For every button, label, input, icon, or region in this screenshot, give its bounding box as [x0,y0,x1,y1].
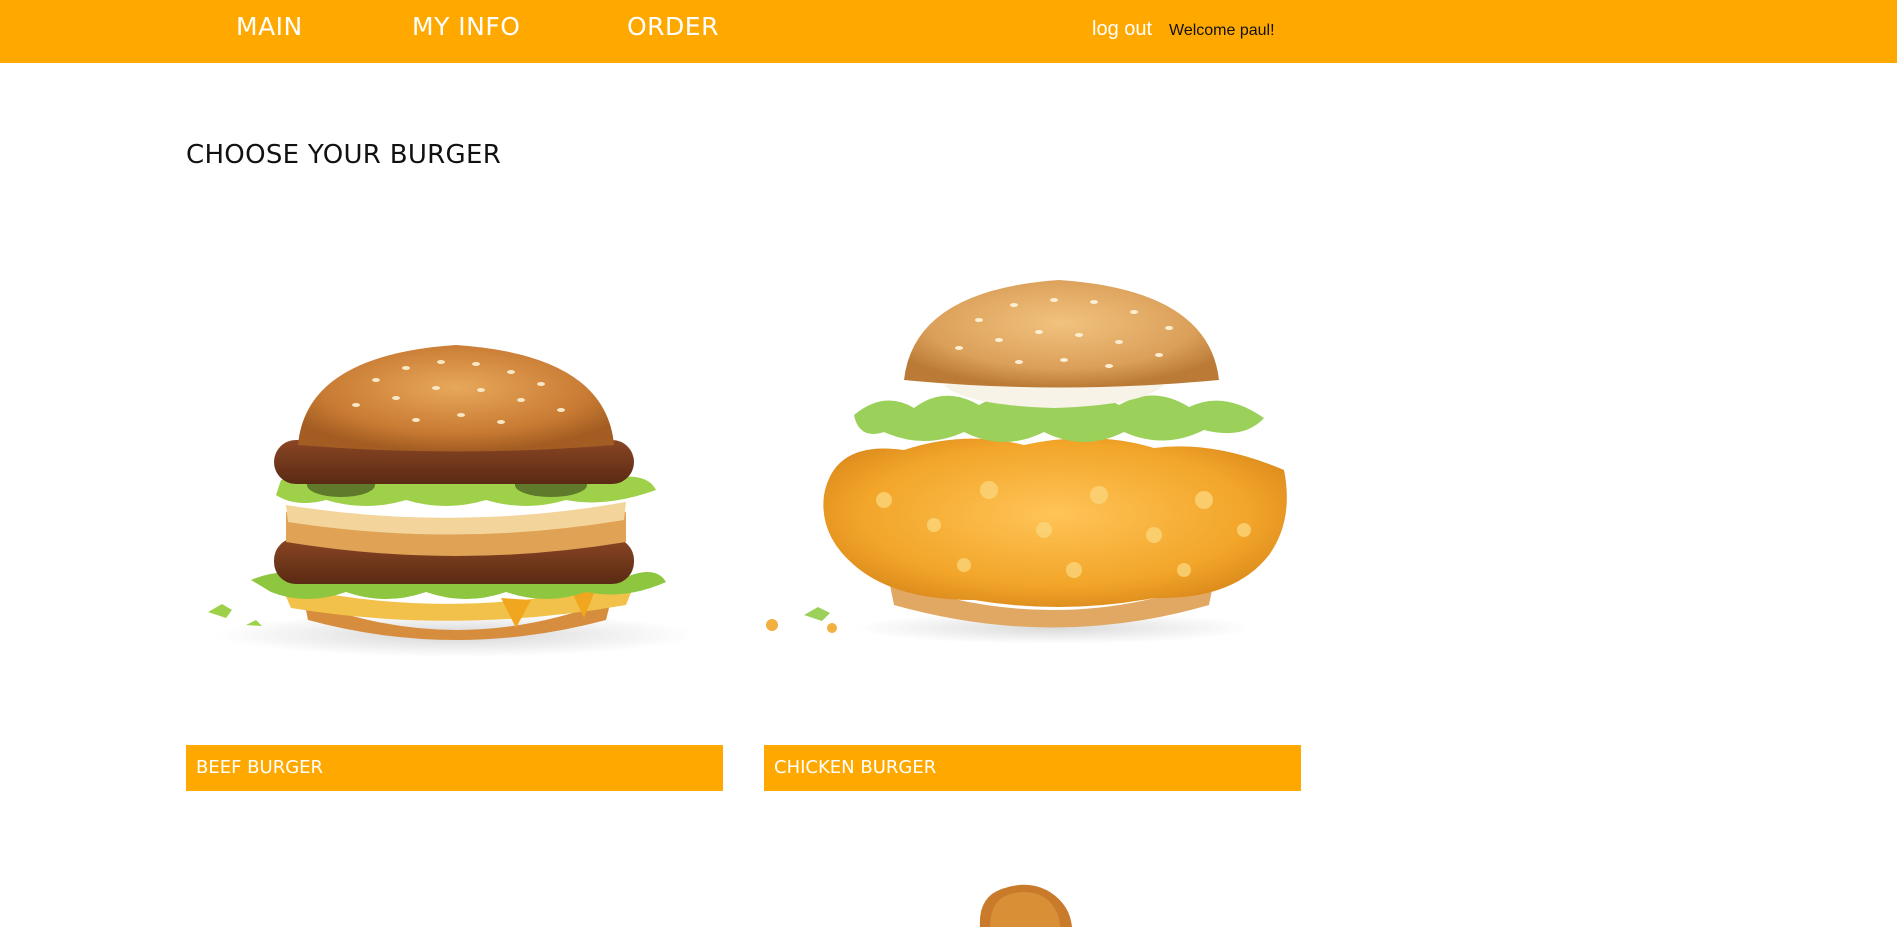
product-card-beef-burger[interactable]: BEEF BURGER [186,280,723,791]
product-card-chicken-burger[interactable]: CHICKEN BURGER [764,280,1301,791]
nav-my-info-link[interactable]: MY INFO [412,12,520,41]
product-label-beef-burger[interactable]: BEEF BURGER [186,745,723,791]
nav-order-link[interactable]: ORDER [627,12,719,41]
next-product-image[interactable] [960,880,1080,927]
product-label-chicken-burger[interactable]: CHICKEN BURGER [764,745,1301,791]
beef-burger-image[interactable] [186,280,723,680]
nugget-image [979,884,1072,927]
page-title: CHOOSE YOUR BURGER [186,140,502,170]
logout-link[interactable]: log out [1092,18,1152,41]
chicken-burger-image[interactable] [764,280,1301,680]
nav-main-link[interactable]: MAIN [236,12,303,41]
top-nav-bar: MAIN MY INFO ORDER log out Welcome paul! [0,0,1897,63]
welcome-message: Welcome paul! [1169,22,1275,39]
